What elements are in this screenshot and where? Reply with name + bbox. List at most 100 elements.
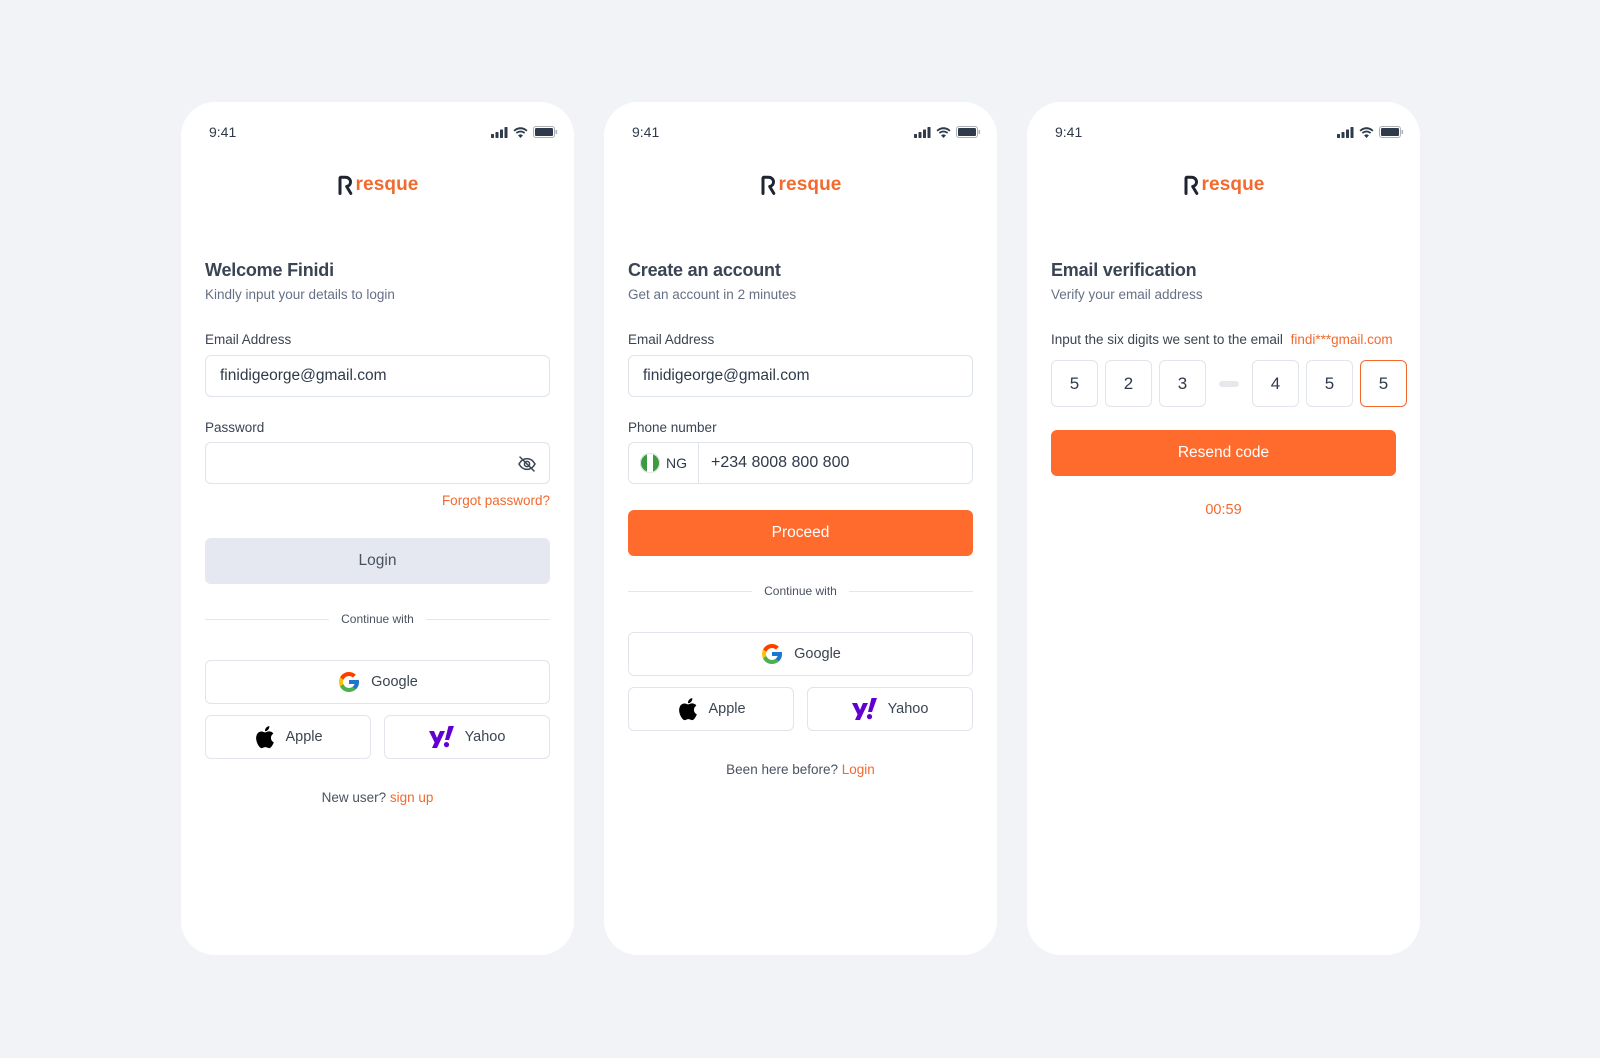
- wifi-icon: [1359, 126, 1374, 138]
- page-title: Email verification: [1051, 260, 1197, 280]
- otp-digit-1[interactable]: 5: [1051, 360, 1098, 407]
- apple-icon: [256, 726, 275, 749]
- resque-logo-icon: [338, 175, 352, 195]
- page-subtitle: Kindly input your details to login: [205, 287, 395, 302]
- apple-icon: [679, 698, 698, 721]
- apple-button[interactable]: Apple: [628, 687, 794, 731]
- resque-logo-icon: [1184, 175, 1198, 195]
- signup-screen: 9:41 resque Create an account Get an acc…: [604, 102, 997, 955]
- status-time: 9:41: [632, 124, 660, 140]
- yahoo-label: Yahoo: [464, 729, 506, 745]
- wifi-icon: [513, 126, 528, 138]
- signal-icon: [491, 126, 508, 138]
- proceed-button[interactable]: Proceed: [628, 510, 973, 556]
- yahoo-button[interactable]: Yahoo: [807, 687, 973, 731]
- otp-digit-4[interactable]: 4: [1252, 360, 1299, 407]
- yahoo-icon: [428, 726, 454, 748]
- phone-number-input[interactable]: +234 8008 800 800: [699, 443, 972, 483]
- verification-hint-text: Input the six digits we sent to the emai…: [1051, 332, 1283, 347]
- email-value: finidigeorge@gmail.com: [220, 367, 387, 384]
- yahoo-icon: [851, 698, 877, 720]
- status-bar: 9:41: [181, 102, 574, 146]
- login-prompt: Been here before? Login: [604, 762, 997, 777]
- brand-name: resque: [1201, 174, 1265, 195]
- apple-button[interactable]: Apple: [205, 715, 371, 759]
- password-field[interactable]: [205, 442, 550, 484]
- forgot-password-link[interactable]: Forgot password?: [442, 493, 550, 508]
- page-title: Create an account: [628, 260, 781, 280]
- login-screen: 9:41 resque Welcome Finidi Kindly input …: [181, 102, 574, 955]
- google-label: Google: [371, 674, 418, 690]
- email-label: Email Address: [628, 332, 715, 347]
- status-time: 9:41: [209, 124, 237, 140]
- signal-icon: [1337, 126, 1354, 138]
- resque-logo-icon: [761, 175, 775, 195]
- yahoo-button[interactable]: Yahoo: [384, 715, 550, 759]
- page-subtitle: Get an account in 2 minutes: [628, 287, 797, 302]
- verification-hint: Input the six digits we sent to the emai…: [1051, 332, 1410, 347]
- brand-logo: resque: [604, 174, 997, 196]
- yahoo-label: Yahoo: [887, 701, 929, 717]
- otp-digit-6[interactable]: 5: [1360, 360, 1407, 407]
- masked-email: findi***gmail.com: [1290, 332, 1393, 347]
- login-button[interactable]: Login: [205, 538, 550, 584]
- battery-icon: [956, 126, 981, 138]
- email-value: finidigeorge@gmail.com: [643, 367, 810, 384]
- brand-logo: resque: [1027, 174, 1420, 196]
- status-icons: [914, 126, 981, 138]
- battery-icon: [533, 126, 558, 138]
- google-label: Google: [794, 646, 841, 662]
- signup-prompt: New user? sign up: [181, 790, 574, 805]
- otp-input-group: 5 2 3 4 5 5: [1051, 360, 1414, 407]
- continue-with-divider: Continue with: [205, 611, 550, 627]
- phone-number-value: +234 8008 800 800: [711, 454, 850, 471]
- divider-line: [425, 618, 550, 620]
- otp-digit-5[interactable]: 5: [1306, 360, 1353, 407]
- brand-name: resque: [778, 174, 842, 195]
- apple-label: Apple: [708, 701, 746, 717]
- signup-link[interactable]: sign up: [390, 790, 434, 805]
- wifi-icon: [936, 126, 951, 138]
- login-prompt-text: Been here before?: [726, 762, 839, 777]
- signal-icon: [914, 126, 931, 138]
- status-time: 9:41: [1055, 124, 1083, 140]
- page-subtitle: Verify your email address: [1051, 287, 1203, 302]
- status-bar: 9:41: [604, 102, 997, 146]
- phone-field: NG +234 8008 800 800: [628, 442, 973, 484]
- google-button[interactable]: Google: [628, 632, 973, 676]
- email-field[interactable]: finidigeorge@gmail.com: [628, 355, 973, 397]
- login-link[interactable]: Login: [842, 762, 875, 777]
- phone-label: Phone number: [628, 420, 717, 435]
- divider-line: [628, 590, 753, 592]
- divider-line: [205, 618, 330, 620]
- otp-digit-3[interactable]: 3: [1159, 360, 1206, 407]
- divider-line: [848, 590, 973, 592]
- battery-icon: [1379, 126, 1404, 138]
- otp-separator: [1219, 380, 1239, 387]
- email-label: Email Address: [205, 332, 292, 347]
- country-selector[interactable]: NG: [629, 443, 699, 483]
- verification-screen: 9:41 resque Email verification Verify yo…: [1027, 102, 1420, 955]
- apple-label: Apple: [285, 729, 323, 745]
- page-title: Welcome Finidi: [205, 260, 334, 280]
- continue-with-label: Continue with: [341, 612, 414, 626]
- resend-timer: 00:59: [1205, 502, 1242, 518]
- heading: Email verification Verify your email add…: [1051, 260, 1396, 302]
- heading: Welcome Finidi Kindly input your details…: [205, 260, 550, 302]
- brand-name: resque: [355, 174, 419, 195]
- status-icons: [491, 126, 558, 138]
- brand-logo: resque: [181, 174, 574, 196]
- status-icons: [1337, 126, 1404, 138]
- eye-off-icon[interactable]: [517, 454, 537, 474]
- status-bar: 9:41: [1027, 102, 1420, 146]
- signup-prompt-text: New user?: [321, 790, 387, 805]
- google-button[interactable]: Google: [205, 660, 550, 704]
- google-icon: [762, 644, 783, 664]
- country-code: NG: [666, 455, 687, 471]
- continue-with-divider: Continue with: [628, 583, 973, 599]
- heading: Create an account Get an account in 2 mi…: [628, 260, 973, 302]
- continue-with-label: Continue with: [764, 584, 837, 598]
- otp-digit-2[interactable]: 2: [1105, 360, 1152, 407]
- resend-code-button[interactable]: Resend code: [1051, 430, 1396, 476]
- email-field[interactable]: finidigeorge@gmail.com: [205, 355, 550, 397]
